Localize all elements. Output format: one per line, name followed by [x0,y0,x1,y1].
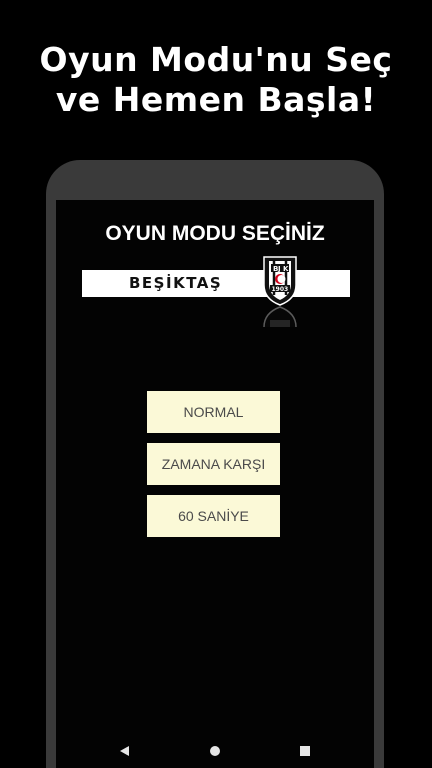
screen-title: OYUN MODU SEÇİNİZ [105,222,325,245]
app-screen: OYUN MODU SEÇİNİZ BEŞİKTAŞ B J K 1903 NO… [56,200,374,768]
svg-text:K: K [283,265,289,273]
promo-headline: Oyun Modu'nu Seç ve Hemen Başla! [0,40,432,120]
recents-square-icon[interactable] [300,746,310,756]
mode-normal-button[interactable]: NORMAL [147,391,280,433]
team-crest-reflection [260,305,300,327]
svg-text:1903: 1903 [272,286,289,293]
promo-headline-line-2: ve Hemen Başla! [55,80,377,119]
team-name: BEŞİKTAŞ [129,274,223,292]
team-banner: BEŞİKTAŞ [82,270,350,297]
svg-text:J: J [277,265,281,273]
team-crest-icon: B J K 1903 [260,255,300,307]
home-circle-icon[interactable] [210,746,220,756]
promo-page: Oyun Modu'nu Seç ve Hemen Başla! OYUN MO… [0,0,432,768]
back-triangle-icon[interactable] [120,746,129,756]
mode-time-attack-button[interactable]: ZAMANA KARŞI [147,443,280,485]
promo-headline-line-1: Oyun Modu'nu Seç [39,40,393,79]
mode-60-seconds-button[interactable]: 60 SANİYE [147,495,280,537]
android-nav-bar [56,735,374,768]
